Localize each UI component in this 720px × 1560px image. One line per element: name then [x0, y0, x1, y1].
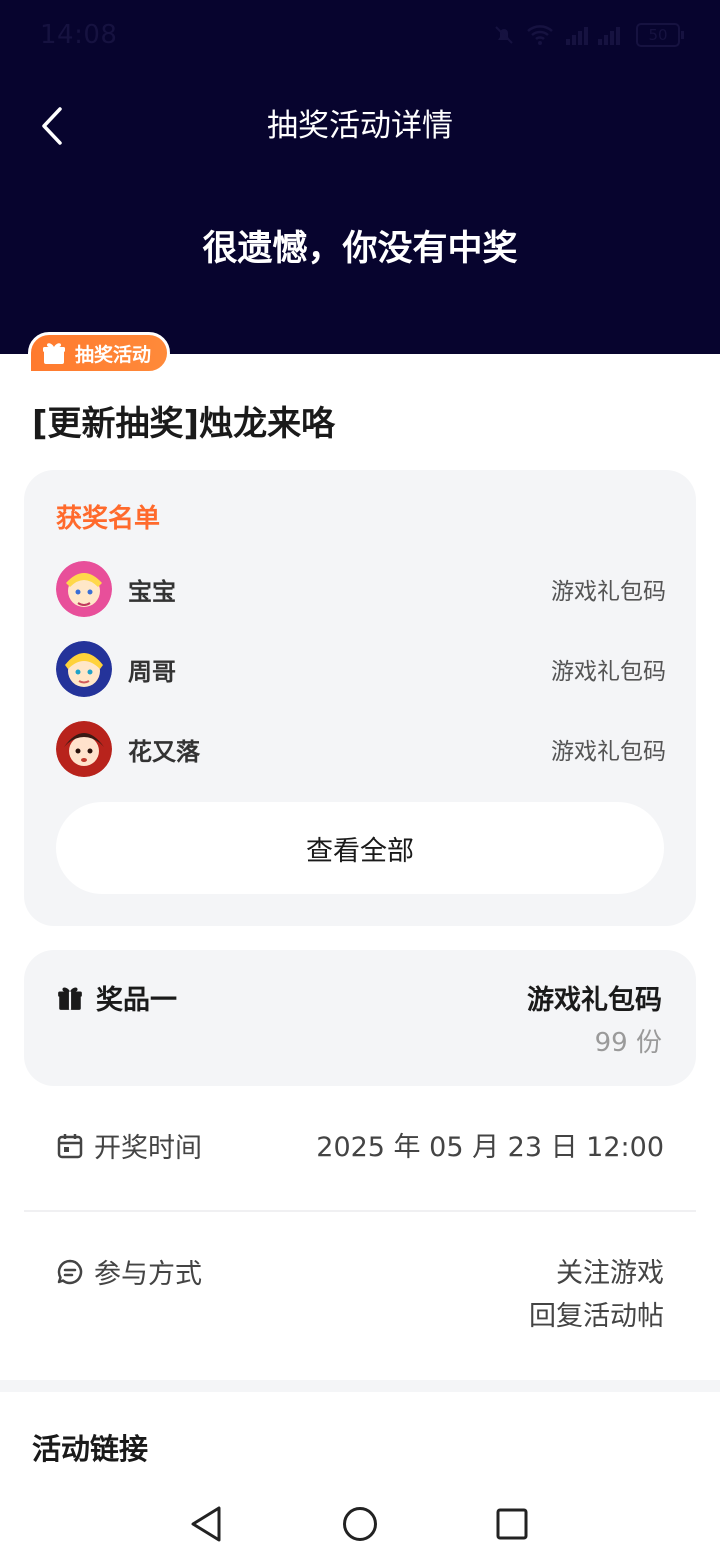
- divider: [24, 1210, 696, 1212]
- mute-icon: [495, 26, 513, 44]
- battery-level: 50: [636, 23, 680, 47]
- participation-method: 回复活动帖: [529, 1301, 664, 1332]
- draw-time-value: 2025 年 05 月 23 日 12:00: [316, 1132, 664, 1163]
- system-nav-bar: [0, 1486, 720, 1560]
- winners-heading: 获奖名单: [56, 504, 161, 534]
- winner-row[interactable]: 宝宝 游戏礼包码: [56, 560, 666, 618]
- page-title: 抽奖活动详情: [267, 108, 453, 144]
- status-icons: 50: [492, 20, 684, 50]
- chat-icon: [57, 1259, 83, 1284]
- wifi-icon: [527, 25, 553, 45]
- winner-row[interactable]: 花又落 游戏礼包码: [56, 720, 666, 778]
- view-all-button[interactable]: 查看全部: [56, 802, 664, 894]
- nav-back-icon: [191, 1506, 221, 1542]
- signal-icon: [566, 27, 620, 45]
- participation-row: 参与方式 关注游戏 回复活动帖: [56, 1252, 664, 1342]
- activity-title: [更新抽奖]烛龙来咯: [32, 404, 336, 444]
- battery-icon: 50: [636, 23, 684, 47]
- winner-prize: 游戏礼包码: [551, 739, 666, 765]
- draw-time-row: 开奖时间 2025 年 05 月 23 日 12:00: [56, 1126, 664, 1170]
- avatar: [56, 641, 112, 697]
- prize-card: 奖品一 游戏礼包码 99 份: [24, 950, 696, 1086]
- winners-card: 获奖名单 宝宝 游戏礼包码 周哥 游戏礼包码 花又落 游戏礼包码 查看全部: [24, 470, 696, 926]
- winner-name: 宝宝: [128, 577, 176, 606]
- avatar: [56, 721, 112, 777]
- activity-badge-label: 抽奖活动: [75, 343, 152, 366]
- participation-label: 参与方式: [94, 1259, 202, 1290]
- prize-label-group: 奖品一: [56, 978, 177, 1017]
- nav-home-icon: [343, 1507, 377, 1541]
- calendar-icon: [57, 1133, 83, 1158]
- prize-label: 奖品一: [96, 985, 177, 1016]
- lottery-result-text: 很遗憾，你没有中奖: [202, 229, 518, 269]
- participation-methods: 关注游戏 回复活动帖: [529, 1252, 664, 1338]
- header: 14:08 50 抽奖活动详情 很遗憾，你没有中奖: [0, 0, 720, 354]
- nav-back-button[interactable]: [182, 1500, 230, 1548]
- avatar: [56, 561, 112, 617]
- winner-name: 花又落: [128, 737, 200, 766]
- nav-recents-icon: [496, 1508, 528, 1540]
- winner-prize: 游戏礼包码: [551, 579, 666, 605]
- draw-time-label: 开奖时间: [94, 1133, 202, 1164]
- participation-label-group: 参与方式: [56, 1252, 202, 1291]
- section-gap: [0, 1380, 720, 1392]
- activity-badge: 抽奖活动: [28, 332, 171, 374]
- nav-home-button[interactable]: [336, 1500, 384, 1548]
- activity-links-title: 活动链接: [32, 1432, 149, 1466]
- winner-prize: 游戏礼包码: [551, 659, 666, 685]
- participation-method: 关注游戏: [556, 1258, 664, 1289]
- prize-name: 游戏礼包码: [527, 985, 662, 1016]
- gift-icon: [58, 987, 82, 1010]
- prize-count: 99 份: [594, 1028, 662, 1058]
- winner-name: 周哥: [128, 657, 176, 686]
- draw-time-label-group: 开奖时间: [56, 1126, 202, 1165]
- status-time: 14:08: [40, 20, 118, 50]
- winner-row[interactable]: 周哥 游戏礼包码: [56, 640, 666, 698]
- gift-icon: [43, 343, 65, 364]
- nav-recents-button[interactable]: [488, 1500, 536, 1548]
